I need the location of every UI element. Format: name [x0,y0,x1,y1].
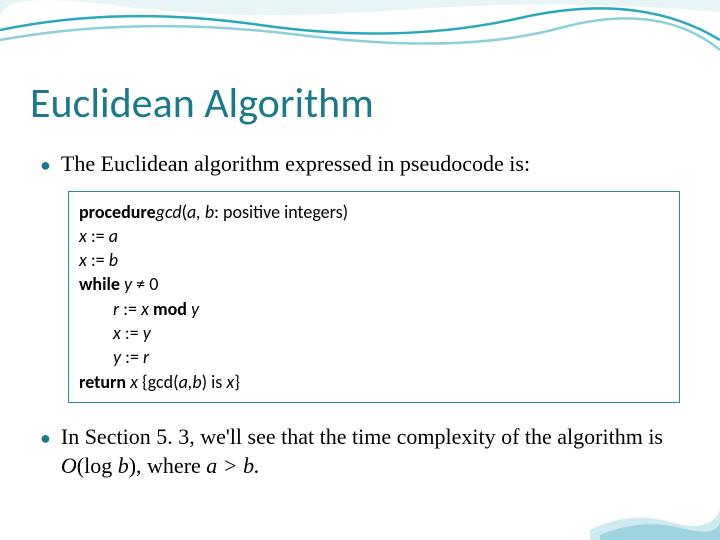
var-a: a [109,225,118,247]
var-x: x [79,249,87,271]
wave-decoration-top [0,0,720,70]
var-y: y [187,298,199,320]
var-y: y [120,273,136,295]
neq: ≠ [136,273,145,295]
assign: := [119,298,141,320]
var-r: r [143,346,149,368]
var-x: x [79,225,87,247]
code-line-3: x := b [79,248,669,272]
var-y: y [113,346,121,368]
var-x: x [141,298,153,320]
inequality: a > b. [206,453,259,478]
kw-return: return [79,371,126,393]
kw-while: while [79,273,120,295]
comment-open: {gcd( [142,371,179,393]
code-line-5: r := x mod y [79,297,669,321]
code-line-2: x := a [79,224,669,248]
text-frag: In Section [61,424,156,449]
code-line-1: proceduregcd(a, b: positive integers) [79,200,669,224]
assign: := [87,249,109,271]
text-frag: ), where [129,453,207,478]
fn-name: gcd [156,201,182,223]
var-y: y [143,322,151,344]
code-line-8: return x {gcd(a,b) is x} [79,370,669,394]
pseudocode-box: proceduregcd(a, b: positive integers) x … [68,191,680,403]
kw-procedure: procedure [79,201,156,223]
text-frag: (log [77,453,118,478]
args: a,b [179,371,202,393]
slide-title: Euclidean Algorithm [30,78,374,129]
bullet-text-2: In Section 5. 3, we'll see that the time… [61,423,680,480]
kw-mod: mod [153,298,187,320]
section-number: 5. 3 [156,424,189,449]
bullet-marker: ● [40,428,51,449]
assign: := [121,322,143,344]
bullet-item-1: ● The Euclidean algorithm expressed in p… [40,150,680,179]
bullet-text-1: The Euclidean algorithm expressed in pse… [61,150,530,179]
comment-close: } [234,371,240,393]
var-x: x [113,322,121,344]
code-line-4: while y ≠ 0 [79,272,669,296]
text-frag: , we'll see that the time complexity of … [189,424,663,449]
assign: := [87,225,109,247]
slide-content: ● The Euclidean algorithm expressed in p… [40,150,680,492]
comment-mid: ) is [202,371,227,393]
var-b: b [118,453,129,478]
bullet-item-2: ● In Section 5. 3, we'll see that the ti… [40,423,680,480]
var-b: b [109,249,118,271]
code-line-6: x := y [79,321,669,345]
bullet-marker: ● [40,155,51,176]
param-desc: : positive integers) [214,201,348,223]
var-x: x [126,371,142,393]
big-o: O [61,453,77,478]
code-line-7: y := r [79,345,669,369]
assign: := [121,346,143,368]
zero: 0 [145,273,158,295]
params: a, b [187,201,214,223]
